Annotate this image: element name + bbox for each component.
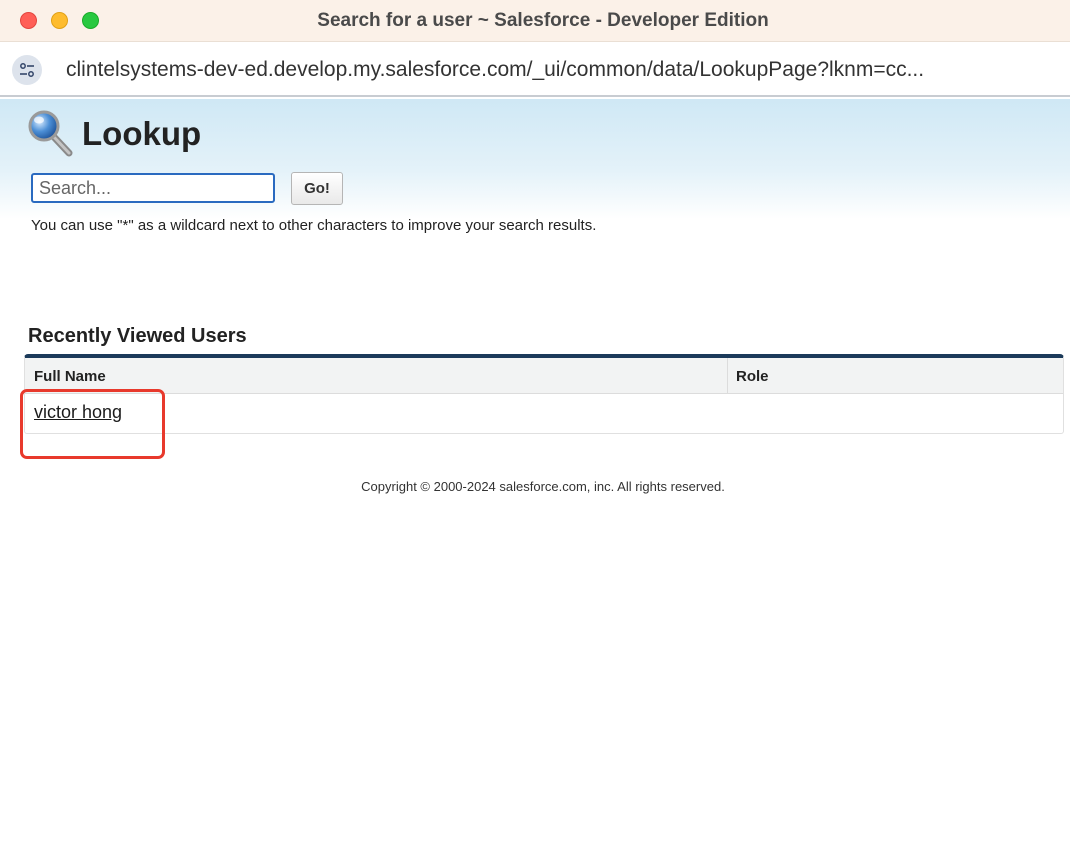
go-button[interactable]: Go! — [291, 172, 343, 205]
url-text[interactable]: clintelsystems-dev-ed.develop.my.salesfo… — [66, 58, 1056, 82]
window-titlebar: Search for a user ~ Salesforce - Develop… — [0, 0, 1070, 42]
column-header-role[interactable]: Role — [736, 368, 769, 385]
wildcard-hint: You can use "*" as a wildcard next to ot… — [31, 217, 597, 234]
lookup-page: Lookup Go! You can use "*" as a wildcard… — [0, 99, 1070, 861]
table-row: victor hong — [25, 394, 1063, 432]
address-bar: clintelsystems-dev-ed.develop.my.salesfo… — [0, 43, 1070, 97]
magnifier-icon — [27, 109, 75, 164]
highlight-annotation — [20, 389, 165, 459]
copyright-footer: Copyright © 2000-2024 salesforce.com, in… — [361, 479, 725, 494]
recent-users-table: Full Name Role victor hong — [24, 354, 1064, 434]
column-header-full-name[interactable]: Full Name — [34, 368, 106, 385]
search-input[interactable] — [31, 173, 275, 203]
page-title: Lookup — [82, 115, 202, 152]
column-divider — [727, 358, 728, 394]
site-settings-icon[interactable] — [12, 55, 42, 85]
lookup-header: Lookup Go! You can use "*" as a wildcard… — [0, 99, 1070, 234]
recently-viewed-title: Recently Viewed Users — [28, 325, 247, 347]
table-header: Full Name Role — [25, 358, 1063, 394]
window-title: Search for a user ~ Salesforce - Develop… — [317, 10, 769, 31]
